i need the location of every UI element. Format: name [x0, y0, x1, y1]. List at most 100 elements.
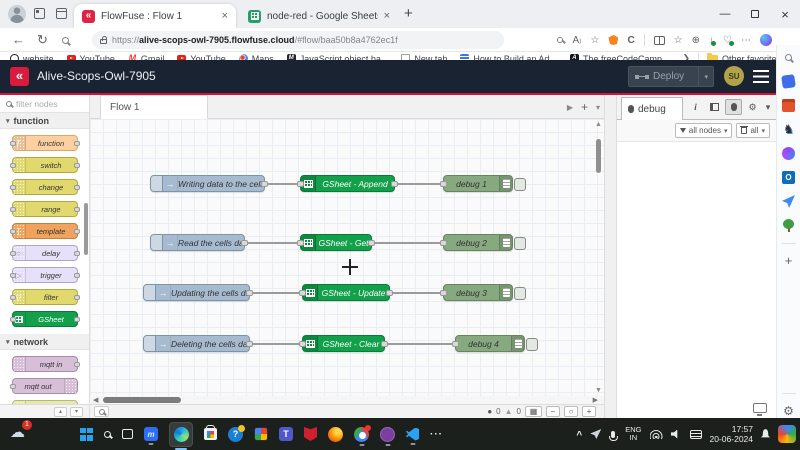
hidden-icons-chevron[interactable]: ^ [576, 430, 582, 441]
collections-icon[interactable]: ⊕ [692, 35, 700, 46]
gsheet-clear-node[interactable]: GSheet - Clear [302, 335, 385, 352]
palette-node-template[interactable]: { template [12, 223, 78, 239]
palette-node-mqtt-in[interactable]: mqtt in [12, 356, 78, 372]
main-menu-icon[interactable] [753, 70, 769, 83]
address-bar[interactable]: https://alive-scops-owl-7905.flowfuse.cl… [92, 31, 504, 49]
wifi-icon[interactable] [650, 430, 663, 439]
search-icon[interactable] [62, 32, 69, 47]
read-aloud-icon[interactable]: A⟩ [572, 35, 581, 46]
inject-node[interactable]: → Read the cells data [150, 234, 245, 251]
quest-help-icon[interactable]: ? [228, 427, 243, 442]
microsoft-store-icon[interactable] [204, 428, 217, 440]
help-tab-icon[interactable] [706, 99, 723, 115]
palette-scrollbar[interactable] [84, 203, 88, 255]
workspaces-icon[interactable] [34, 8, 45, 19]
deploy-button[interactable]: Deploy ▾ [628, 66, 714, 87]
inject-node[interactable]: → Updating the cells data [143, 284, 250, 301]
inject-button[interactable] [144, 336, 156, 351]
debug-toggle-button[interactable] [514, 237, 526, 250]
copilot-icon[interactable] [760, 34, 772, 46]
palette-node-mqtt-out[interactable]: mqtt out [12, 378, 78, 394]
gsheet-append-node[interactable]: GSheet - Append [300, 175, 395, 192]
sidebar-add-icon[interactable]: + [782, 255, 795, 268]
debug-tab[interactable]: debug [621, 97, 683, 120]
palette-node-filter[interactable]: ▽ filter [12, 289, 78, 305]
browser-essentials-icon[interactable]: ♡ [723, 35, 732, 46]
language-indicator[interactable]: ENGIN [625, 426, 641, 442]
vscode-icon[interactable] [406, 428, 419, 441]
mcafee-icon[interactable] [304, 427, 317, 441]
canvas-search-button[interactable] [94, 406, 109, 417]
sidebar-copilot-icon[interactable] [782, 147, 795, 160]
edge-browser-icon[interactable] [169, 422, 193, 447]
sidebar-tools-icon[interactable] [782, 99, 795, 112]
deploy-options-caret-icon[interactable]: ▾ [699, 73, 713, 81]
github-desktop-icon[interactable] [380, 427, 395, 442]
debug-node[interactable]: debug 4 [455, 335, 525, 352]
palette-node-switch[interactable]: switch [12, 157, 78, 173]
settings-more-icon[interactable]: ⋯ [741, 35, 751, 46]
info-tab-icon[interactable]: i [687, 99, 704, 115]
volume-icon[interactable] [671, 430, 682, 439]
restore-button[interactable] [740, 0, 770, 28]
inject-node[interactable]: → Deleting the cells data [143, 335, 250, 352]
widgets-icon[interactable] [778, 425, 796, 443]
notifications-bell-icon[interactable] [761, 429, 770, 439]
favorites-icon[interactable]: ☆ [674, 35, 683, 46]
inject-button[interactable] [151, 176, 163, 191]
zoom-out-button[interactable]: − [546, 406, 560, 417]
close-window-button[interactable]: × [770, 0, 800, 28]
inject-button[interactable] [144, 285, 156, 300]
browser-tab-flowfuse[interactable]: « FlowFuse : Flow 1 × [74, 4, 236, 28]
sidebar-splitter[interactable] [604, 95, 617, 418]
debug-toggle-button[interactable] [514, 287, 526, 300]
palette-node-function[interactable]: ƒ function [12, 135, 78, 151]
tab-actions-icon[interactable] [56, 8, 67, 19]
debug-toggle-button[interactable] [514, 178, 526, 191]
extension-icon[interactable]: C [627, 35, 634, 46]
debug-node[interactable]: debug 3 [443, 284, 513, 301]
open-console-monitor-icon[interactable] [753, 403, 767, 413]
gsheet-update-node[interactable]: GSheet - Update [302, 284, 390, 301]
teams-icon[interactable]: T [279, 427, 293, 441]
browser-profile-avatar-icon[interactable] [8, 5, 26, 23]
mail-app-icon[interactable]: m [144, 427, 158, 441]
downloads-icon[interactable]: ↓ [709, 35, 714, 46]
collapse-all-icon[interactable]: ▴ [54, 407, 67, 417]
browser-tab-sheets[interactable]: node-red - Google Sheets × [240, 4, 398, 28]
sidebar-outlook-icon[interactable]: O [782, 171, 795, 184]
inject-button[interactable] [151, 235, 163, 250]
filter-nodes-button[interactable]: all nodes ▾ [675, 123, 733, 138]
favorite-star-icon[interactable]: ☆ [590, 35, 599, 46]
sidebar-settings-gear-icon[interactable]: ⚙ [782, 405, 795, 418]
zoom-in-button[interactable]: + [582, 406, 596, 417]
navigator-icon[interactable]: ▦ [525, 406, 542, 417]
minimize-button[interactable]: — [710, 0, 740, 28]
taskbar-clock[interactable]: 17:5720-06-2024 [710, 424, 753, 444]
flow-grid[interactable]: → Writing data to the cells GSheet - App… [90, 119, 604, 396]
user-avatar[interactable]: SU [724, 66, 744, 86]
metamask-extension-icon[interactable] [608, 35, 618, 45]
chrome-icon[interactable] [354, 427, 369, 442]
palette-category-network[interactable]: ▾ network [0, 334, 89, 350]
flow-tab[interactable]: Flow 1 [100, 95, 208, 119]
close-tab-icon[interactable]: × [384, 10, 390, 22]
taskbar-overflow-icon[interactable]: ··· [430, 429, 443, 440]
scroll-up-icon[interactable]: ▲ [595, 121, 602, 128]
microphone-icon[interactable] [611, 431, 615, 438]
firefox-icon[interactable] [328, 427, 343, 442]
debug-node[interactable]: debug 2 [443, 234, 513, 251]
refresh-icon[interactable]: ↻ [37, 32, 48, 48]
zoom-out-icon[interactable] [557, 35, 563, 46]
zoom-reset-button[interactable]: ○ [564, 406, 578, 417]
palette-node-change[interactable]: change [12, 179, 78, 195]
google-meet-icon[interactable] [254, 427, 268, 441]
debug-toggle-button[interactable] [526, 338, 538, 351]
sidebar-drop-icon[interactable] [782, 195, 795, 208]
sidebar-shopping-icon[interactable] [781, 74, 796, 89]
debug-node[interactable]: debug 1 [443, 175, 513, 192]
weather-widget-icon[interactable]: ☁1 [10, 423, 25, 441]
add-flow-button[interactable]: + [581, 100, 588, 114]
palette-node-range[interactable]: range [12, 201, 78, 217]
palette-node-gsheet[interactable]: GSheet [12, 311, 78, 327]
